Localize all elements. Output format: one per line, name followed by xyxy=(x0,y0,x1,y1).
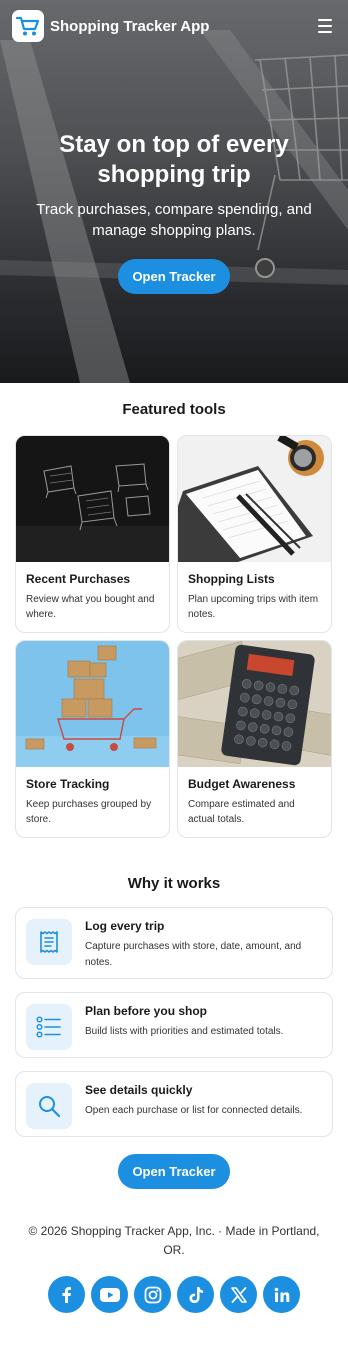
hamburger-menu-icon[interactable] xyxy=(314,15,336,37)
open-tracker-button[interactable]: Open Tracker xyxy=(118,1154,230,1189)
cart-logo-icon[interactable] xyxy=(12,10,44,42)
why-item-title: See details quickly xyxy=(85,1083,193,1097)
hero-title: Stay on top of every shopping trip xyxy=(59,131,289,188)
card-description: Compare estimated and actual totals. xyxy=(188,799,295,825)
tiktok-icon[interactable] xyxy=(177,1276,214,1313)
card-title: Recent Purchases xyxy=(26,572,131,586)
feature-card-recent-purchases[interactable]: Recent Purchases Review what you bought … xyxy=(15,435,170,633)
youtube-icon[interactable] xyxy=(91,1276,128,1313)
why-list: Log every trip Capture purchases with st… xyxy=(0,907,348,1137)
open-tracker-button[interactable]: Open Tracker xyxy=(118,259,230,294)
social-links xyxy=(0,1276,348,1313)
search-icon xyxy=(26,1083,72,1129)
x-icon[interactable] xyxy=(220,1276,257,1313)
why-it-works-section: Why it works Log every trip Capture purc… xyxy=(0,838,348,1137)
facebook-icon[interactable] xyxy=(48,1276,85,1313)
card-description: Plan upcoming trips with item notes. xyxy=(188,594,319,620)
why-item-see-details-quickly[interactable]: See details quickly Open each purchase o… xyxy=(15,1071,333,1137)
why-item-description: Capture purchases with store, date, amou… xyxy=(85,941,302,968)
bottom-cta: Open Tracker xyxy=(0,1154,348,1189)
hero-content: Stay on top of every shopping trip Track… xyxy=(0,130,348,294)
card-description: Keep purchases grouped by store. xyxy=(26,799,152,825)
footer: © 2026 Shopping Tracker App, Inc. · Made… xyxy=(0,1222,348,1313)
footer-copyright: © 2026 Shopping Tracker App, Inc. · Made… xyxy=(28,1224,320,1257)
why-item-title: Plan before you shop xyxy=(85,1004,208,1018)
shopping-lists-image xyxy=(178,436,331,562)
instagram-icon[interactable] xyxy=(134,1276,171,1313)
receipt-icon xyxy=(26,919,72,965)
why-item-description: Build lists with priorities and estimate… xyxy=(85,1026,284,1037)
featured-tools-section: Featured tools Recent Purchases Review w… xyxy=(0,383,348,838)
app-title[interactable]: Shopping Tracker App xyxy=(50,18,209,35)
feature-card-grid: Recent Purchases Review what you bought … xyxy=(0,435,348,838)
why-item-title: Log every trip xyxy=(85,919,165,933)
linkedin-icon[interactable] xyxy=(263,1276,300,1313)
store-tracking-image xyxy=(16,641,169,767)
feature-card-budget-awareness[interactable]: Budget Awareness Compare estimated and a… xyxy=(177,640,332,838)
list-icon xyxy=(26,1004,72,1050)
hero-subtitle: Track purchases, compare spending, and m… xyxy=(36,201,312,239)
card-title: Store Tracking xyxy=(26,777,110,791)
recent-purchases-image xyxy=(16,436,169,562)
why-item-description: Open each purchase or list for connected… xyxy=(85,1105,303,1116)
why-it-works-title: Why it works xyxy=(127,875,221,892)
feature-card-shopping-lists[interactable]: Shopping Lists Plan upcoming trips with … xyxy=(177,435,332,633)
top-nav-bar: Shopping Tracker App xyxy=(0,0,348,52)
card-title: Budget Awareness xyxy=(188,777,296,791)
featured-tools-title: Featured tools xyxy=(122,401,226,418)
budget-awareness-image xyxy=(178,641,331,767)
hero-section: Shopping Tracker App Stay on top of ever… xyxy=(0,0,348,383)
why-item-plan-before-you-shop[interactable]: Plan before you shop Build lists with pr… xyxy=(15,992,333,1058)
why-item-log-every-trip[interactable]: Log every trip Capture purchases with st… xyxy=(15,907,333,979)
card-title: Shopping Lists xyxy=(188,572,275,586)
feature-card-store-tracking[interactable]: Store Tracking Keep purchases grouped by… xyxy=(15,640,170,838)
card-description: Review what you bought and where. xyxy=(26,594,155,620)
